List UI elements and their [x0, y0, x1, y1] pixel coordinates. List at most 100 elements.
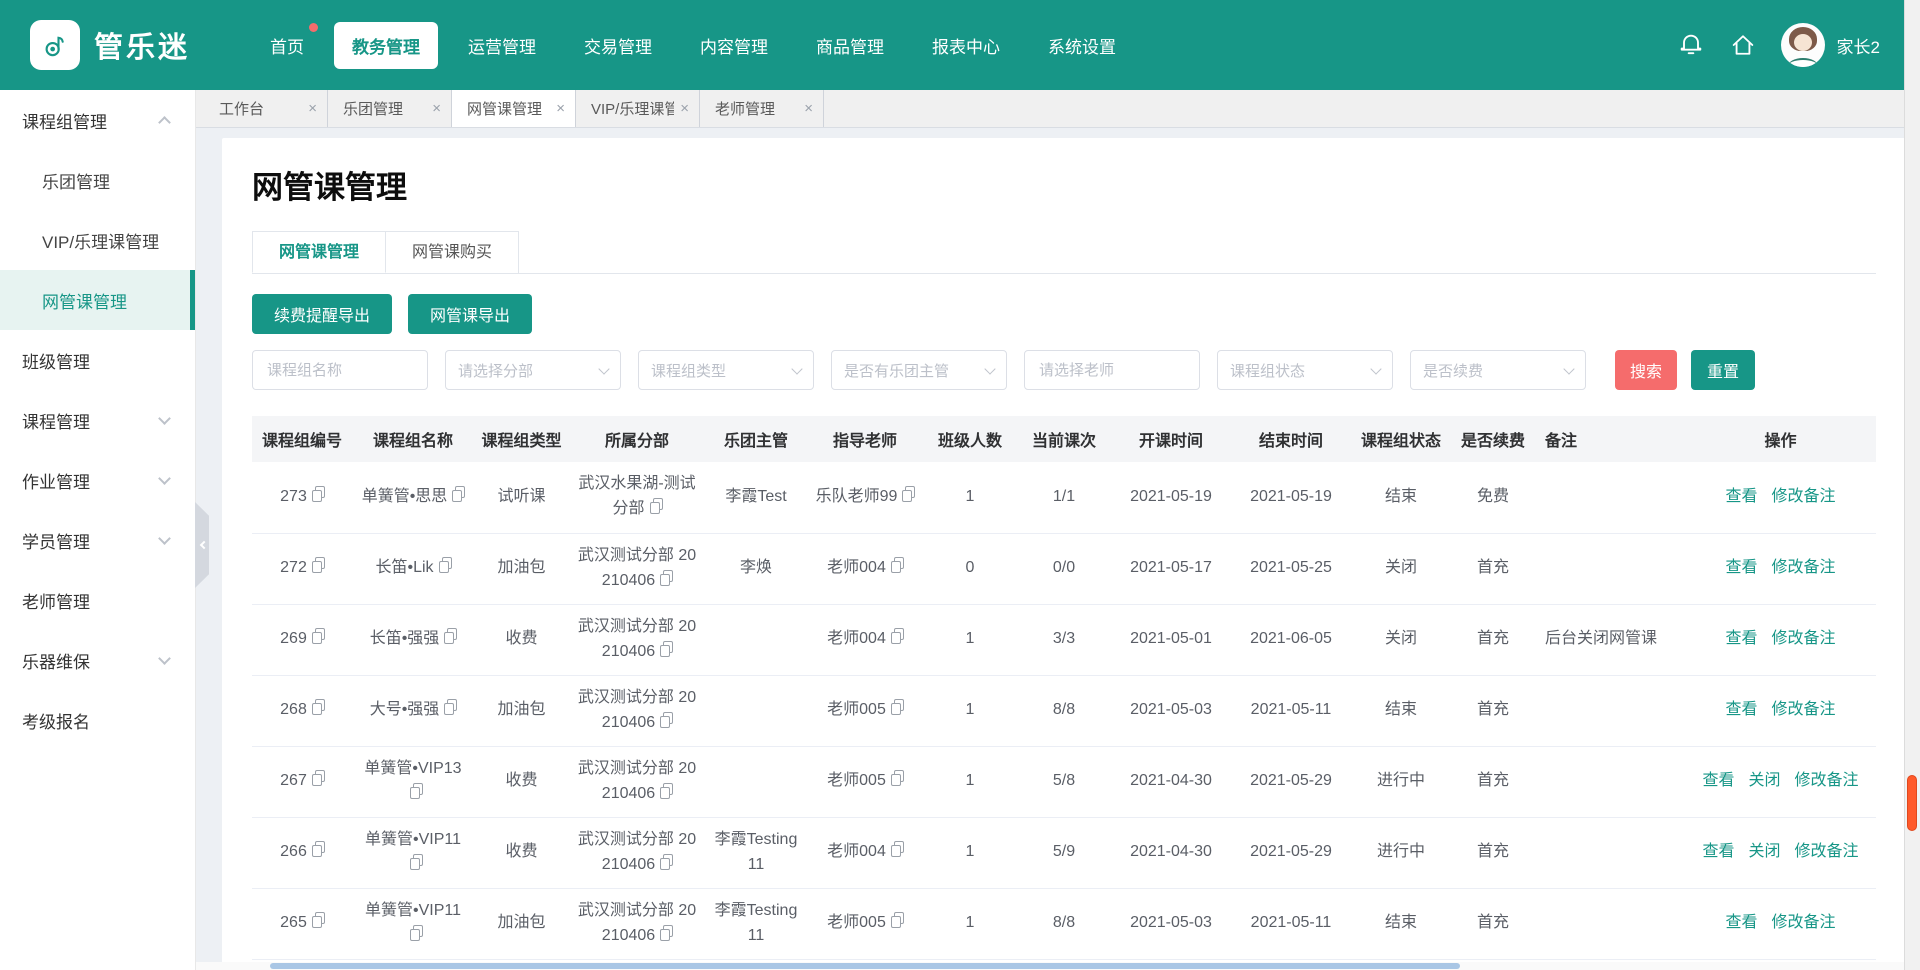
action-link-查看[interactable]: 查看	[1725, 488, 1757, 505]
topnav-item-教务管理[interactable]: 教务管理	[334, 22, 438, 69]
open-tab-工作台[interactable]: 工作台×	[204, 90, 328, 127]
open-tab-label: 乐团管理	[343, 98, 403, 119]
action-link-修改备注[interactable]: 修改备注	[1795, 772, 1859, 789]
search-button[interactable]: 搜索	[1615, 350, 1677, 390]
open-tab-老师管理[interactable]: 老师管理×	[700, 90, 824, 127]
action-link-查看[interactable]: 查看	[1725, 559, 1757, 576]
action-link-修改备注[interactable]: 修改备注	[1772, 559, 1836, 576]
export-button-网管课导出[interactable]: 网管课导出	[408, 294, 532, 334]
copy-icon[interactable]	[452, 489, 464, 503]
sidebar-item-班级管理[interactable]: 班级管理	[0, 330, 195, 390]
topnav-item-内容管理[interactable]: 内容管理	[682, 22, 786, 69]
copy-icon[interactable]	[891, 702, 903, 716]
copy-icon[interactable]	[891, 915, 903, 929]
copy-icon[interactable]	[650, 501, 662, 515]
copy-icon[interactable]	[660, 786, 672, 800]
copy-icon[interactable]	[410, 857, 422, 871]
copy-icon[interactable]	[660, 644, 672, 658]
close-icon[interactable]: ×	[302, 100, 317, 117]
filter-input-课程组名称[interactable]	[252, 350, 428, 390]
filter-text-input[interactable]	[1037, 361, 1187, 380]
copy-icon[interactable]	[891, 631, 903, 645]
horizontal-scrollbar[interactable]	[196, 962, 1904, 970]
topnav-item-首页[interactable]: 首页	[252, 22, 322, 69]
copy-icon[interactable]	[312, 702, 324, 716]
copy-icon[interactable]	[660, 573, 672, 587]
export-button-续费提醒导出[interactable]: 续费提醒导出	[252, 294, 392, 334]
close-icon[interactable]: ×	[550, 100, 565, 117]
cell-type: 加油包	[474, 675, 569, 746]
topnav-item-系统设置[interactable]: 系统设置	[1030, 22, 1134, 69]
horizontal-scrollbar-thumb[interactable]	[270, 963, 1460, 969]
sidebar-collapse-handle[interactable]	[195, 502, 209, 588]
filter-select-是否有乐团主管[interactable]: 是否有乐团主管	[831, 350, 1007, 390]
copy-icon[interactable]	[312, 844, 324, 858]
copy-icon[interactable]	[312, 915, 324, 929]
vertical-scrollbar[interactable]	[1904, 0, 1920, 970]
copy-icon[interactable]	[902, 489, 914, 503]
copy-icon[interactable]	[410, 928, 422, 942]
filter-select-请选择分部[interactable]: 请选择分部	[445, 350, 621, 390]
open-tab-网管课管理[interactable]: 网管课管理×	[452, 90, 576, 127]
close-icon[interactable]: ×	[674, 100, 689, 117]
user-name[interactable]: 家长2	[1837, 33, 1880, 58]
sidebar-item-课程组管理[interactable]: 课程组管理	[0, 90, 195, 150]
copy-icon[interactable]	[312, 773, 324, 787]
sidebar-item-学员管理[interactable]: 学员管理	[0, 510, 195, 570]
card-tab-网管课管理[interactable]: 网管课管理	[252, 231, 386, 273]
open-tab-VIP/乐理课管理[interactable]: VIP/乐理课管理×	[576, 90, 700, 127]
copy-icon[interactable]	[444, 702, 456, 716]
sidebar-item-乐团管理[interactable]: 乐团管理	[0, 150, 195, 210]
copy-icon[interactable]	[444, 631, 456, 645]
copy-icon[interactable]	[312, 631, 324, 645]
notification-bell-icon[interactable]	[1677, 31, 1705, 59]
copy-icon[interactable]	[891, 773, 903, 787]
filter-select-课程组类型[interactable]: 课程组类型	[638, 350, 814, 390]
action-link-修改备注[interactable]: 修改备注	[1772, 914, 1836, 931]
copy-icon[interactable]	[312, 489, 324, 503]
action-link-修改备注[interactable]: 修改备注	[1772, 630, 1836, 647]
copy-icon[interactable]	[439, 560, 451, 574]
filter-select-是否续费[interactable]: 是否续费	[1410, 350, 1586, 390]
action-link-查看[interactable]: 查看	[1702, 772, 1734, 789]
vertical-scrollbar-thumb[interactable]	[1907, 775, 1917, 831]
action-link-查看[interactable]: 查看	[1702, 843, 1734, 860]
close-icon[interactable]: ×	[426, 100, 441, 117]
sidebar-item-课程管理[interactable]: 课程管理	[0, 390, 195, 450]
topnav-item-运营管理[interactable]: 运营管理	[450, 22, 554, 69]
open-tab-乐团管理[interactable]: 乐团管理 ×	[328, 90, 452, 127]
action-link-查看[interactable]: 查看	[1725, 701, 1757, 718]
copy-icon[interactable]	[891, 560, 903, 574]
sidebar-item-作业管理[interactable]: 作业管理	[0, 450, 195, 510]
sidebar-item-考级报名[interactable]: 考级报名	[0, 690, 195, 750]
topnav-item-商品管理[interactable]: 商品管理	[798, 22, 902, 69]
copy-icon[interactable]	[660, 715, 672, 729]
topnav-item-报表中心[interactable]: 报表中心	[914, 22, 1018, 69]
copy-icon[interactable]	[312, 560, 324, 574]
card-tab-网管课购买[interactable]: 网管课购买	[386, 231, 519, 273]
home-icon[interactable]	[1729, 31, 1757, 59]
sidebar-item-网管课管理[interactable]: 网管课管理	[0, 270, 195, 330]
copy-icon[interactable]	[660, 928, 672, 942]
action-link-查看[interactable]: 查看	[1725, 914, 1757, 931]
action-link-修改备注[interactable]: 修改备注	[1795, 843, 1859, 860]
sidebar-item-乐器维保[interactable]: 乐器维保	[0, 630, 195, 690]
close-icon[interactable]: ×	[798, 100, 813, 117]
user-avatar[interactable]	[1781, 23, 1825, 67]
app-logo[interactable]	[30, 20, 80, 70]
filter-text-input[interactable]	[265, 361, 415, 380]
filter-input-请选择老师[interactable]	[1024, 350, 1200, 390]
action-link-关闭[interactable]: 关闭	[1748, 772, 1780, 789]
sidebar-item-VIP/乐理课管理[interactable]: VIP/乐理课管理	[0, 210, 195, 270]
action-link-查看[interactable]: 查看	[1725, 630, 1757, 647]
action-link-修改备注[interactable]: 修改备注	[1772, 488, 1836, 505]
copy-icon[interactable]	[660, 857, 672, 871]
reset-button[interactable]: 重置	[1691, 350, 1755, 390]
copy-icon[interactable]	[891, 844, 903, 858]
action-link-关闭[interactable]: 关闭	[1748, 843, 1780, 860]
filter-select-课程组状态[interactable]: 课程组状态	[1217, 350, 1393, 390]
action-link-修改备注[interactable]: 修改备注	[1772, 701, 1836, 718]
sidebar-item-老师管理[interactable]: 老师管理	[0, 570, 195, 630]
topnav-item-交易管理[interactable]: 交易管理	[566, 22, 670, 69]
copy-icon[interactable]	[410, 786, 422, 800]
